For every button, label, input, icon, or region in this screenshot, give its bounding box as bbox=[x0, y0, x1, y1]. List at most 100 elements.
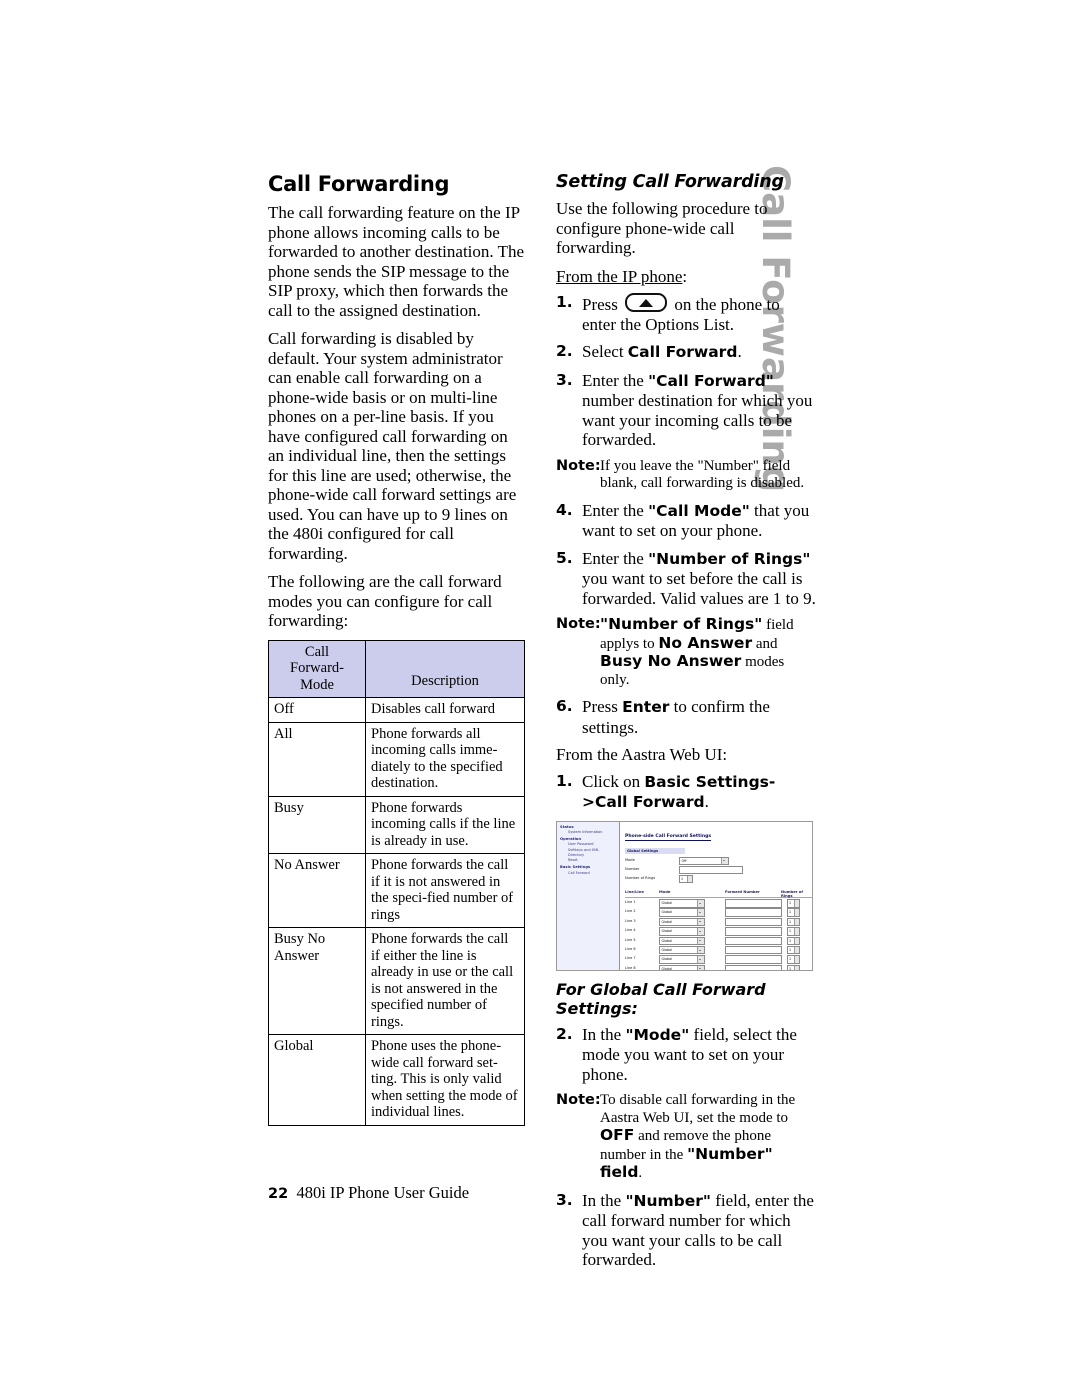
header-line-1: Call bbox=[304, 643, 330, 660]
webui-line-rings-value: 1 bbox=[789, 947, 792, 952]
step-text-before: Enter the bbox=[582, 548, 644, 568]
chevron-down-icon[interactable] bbox=[696, 965, 704, 970]
webui-line-row: Line 2 Global 1 bbox=[625, 908, 812, 917]
webui-spinner-number-of-rings[interactable]: 1 bbox=[679, 874, 693, 883]
spinner-arrows-icon[interactable] bbox=[794, 909, 799, 916]
webui-line-mode-select[interactable]: Global bbox=[659, 927, 705, 936]
webui-sidebar-item-directory[interactable]: Directory bbox=[568, 853, 619, 857]
webui-input-number[interactable] bbox=[679, 865, 743, 874]
webui-line-row: Line 5 Global 1 bbox=[625, 936, 812, 946]
chevron-down-icon[interactable] bbox=[696, 946, 704, 954]
chevron-down-icon[interactable] bbox=[696, 928, 704, 935]
spinner-arrows-icon[interactable] bbox=[687, 875, 692, 882]
chevron-down-icon[interactable] bbox=[696, 909, 704, 916]
cell-description: Phone forwards the call if it is not ans… bbox=[365, 853, 525, 928]
webui-sidebar-item-user-password[interactable]: User Password bbox=[568, 842, 619, 846]
note-label: Note: bbox=[556, 1092, 601, 1108]
step-bold-term: "Number of Rings" bbox=[648, 549, 811, 568]
spinner-arrows-icon[interactable] bbox=[794, 946, 799, 954]
chevron-down-icon[interactable] bbox=[696, 937, 704, 945]
webui-sidebar-head-status: Status bbox=[560, 824, 574, 829]
cell-mode: Busy bbox=[268, 795, 366, 854]
spinner-arrows-icon[interactable] bbox=[794, 928, 799, 935]
webui-line-rings-spinner[interactable]: 1 bbox=[787, 964, 800, 970]
intro-paragraph-1: The call forwarding feature on the IP ph… bbox=[268, 203, 525, 320]
right-column: Setting Call Forwarding Use the followin… bbox=[556, 172, 816, 1278]
webui-line-mode-select[interactable]: Global bbox=[659, 908, 705, 917]
webui-line-name: Line 5 bbox=[625, 937, 636, 942]
webui-line-rings-spinner[interactable]: 1 bbox=[787, 955, 800, 964]
webui-lines-table-header: Line/Line Mode Forward Number Number of … bbox=[625, 889, 812, 898]
from-ip-phone-text: From the IP phone bbox=[556, 266, 683, 286]
webui-select-mode[interactable]: Off bbox=[679, 856, 729, 865]
webui-field-label-number-of-rings: Number of Rings bbox=[625, 875, 656, 880]
intro-paragraph-2: Call forwarding is disabled by default. … bbox=[268, 329, 517, 563]
webui-line-mode-select[interactable]: Global bbox=[659, 955, 705, 964]
spinner-arrows-icon[interactable] bbox=[794, 937, 799, 945]
webui-line-mode-select[interactable]: Global bbox=[659, 964, 705, 970]
spinner-arrows-icon[interactable] bbox=[794, 900, 799, 907]
step-number: 2. bbox=[556, 342, 573, 360]
cell-description: Phone uses the phone-wide call forward s… bbox=[365, 1034, 525, 1126]
webui-line-rings-spinner[interactable]: 1 bbox=[787, 899, 800, 908]
webui-line-mode-select[interactable]: Global bbox=[659, 945, 705, 955]
step-number: 4. bbox=[556, 500, 573, 519]
webui-line-number-input[interactable] bbox=[725, 899, 782, 908]
step-bold-term: "Call Forward" bbox=[648, 371, 774, 390]
webui-line-mode-select[interactable]: Global bbox=[659, 936, 705, 946]
webui-line-rings-spinner[interactable]: 1 bbox=[787, 908, 800, 917]
webui-line-number-input[interactable] bbox=[725, 908, 782, 917]
webui-line-number-input[interactable] bbox=[725, 955, 782, 964]
webui-line-row: Line 4 Global 1 bbox=[625, 927, 812, 936]
chevron-down-icon[interactable] bbox=[696, 956, 704, 963]
table-row: No Answer Phone forwards the call if it … bbox=[268, 853, 525, 928]
column-header-mode: Call Forward- Mode bbox=[268, 639, 366, 698]
procedure-intro: Use the following procedure to configure… bbox=[556, 199, 768, 257]
step-text-before: Press bbox=[582, 295, 618, 314]
webui-line-rings-spinner[interactable]: 1 bbox=[787, 936, 800, 946]
table-row: Global Phone uses the phone-wide call fo… bbox=[268, 1034, 525, 1126]
cell-description: Phone forwards all incoming calls imme-d… bbox=[365, 721, 525, 797]
table-header-row: Call Forward- Mode Description bbox=[268, 639, 525, 698]
webui-line-number-input[interactable] bbox=[725, 964, 782, 970]
webui-line-row: Line 7 Global 1 bbox=[625, 955, 812, 964]
note-part-1: To disable call forwarding in the Aastra… bbox=[600, 1092, 796, 1126]
step-bold-term: Enter bbox=[622, 698, 670, 716]
webui-line-rings-value: 1 bbox=[789, 938, 792, 943]
chevron-down-icon[interactable] bbox=[696, 900, 704, 907]
spinner-arrows-icon[interactable] bbox=[794, 965, 799, 970]
chevron-down-icon[interactable] bbox=[696, 918, 704, 926]
chevron-down-icon[interactable] bbox=[720, 857, 728, 864]
step-bold-term: Call Forward bbox=[627, 343, 738, 361]
webui-sidebar-item-system-information[interactable]: System Information bbox=[568, 830, 619, 834]
spinner-arrows-icon[interactable] bbox=[794, 956, 799, 963]
from-aastra-web-ui-label: From the Aastra Web UI: bbox=[556, 745, 728, 764]
note-text: If you leave the "Number" field blank, c… bbox=[600, 457, 805, 492]
webui-line-number-input[interactable] bbox=[725, 917, 782, 927]
step-6: 6. Press Enter to confirm the settings. bbox=[556, 697, 816, 737]
webui-line-rings-spinner[interactable]: 1 bbox=[787, 917, 800, 927]
webui-content: Phone-side Call Forward Settings Global … bbox=[620, 821, 812, 970]
spinner-arrows-icon[interactable] bbox=[794, 918, 799, 926]
webui-sidebar-item-softkeys-and-xml[interactable]: Softkeys and XML bbox=[568, 848, 619, 852]
webui-line-rings-value: 1 bbox=[789, 957, 792, 962]
cell-description: Disables call forward bbox=[365, 697, 525, 723]
step-number: 6. bbox=[556, 697, 573, 715]
left-column: Call Forwarding The call forwarding feat… bbox=[268, 172, 526, 1126]
webui-sidebar-item-reset[interactable]: Reset bbox=[568, 858, 619, 862]
webui-line-mode-select[interactable]: Global bbox=[659, 899, 705, 908]
section-heading-global-call-forward-settings: For Global Call Forward Settings: bbox=[556, 979, 766, 1018]
webui-line-rings-spinner[interactable]: 1 bbox=[787, 927, 800, 936]
webui-line-rings-spinner[interactable]: 1 bbox=[787, 945, 800, 955]
global-settings-steps: 2. In the "Mode" field, select the mode y… bbox=[556, 1025, 816, 1085]
from-ip-phone-label: From the IP phone: bbox=[556, 266, 688, 286]
webui-line-number-input[interactable] bbox=[725, 945, 782, 955]
webui-line-number-input[interactable] bbox=[725, 927, 782, 936]
webui-line-mode-select[interactable]: Global bbox=[659, 917, 705, 927]
webui-col-header-line: Line/Line bbox=[625, 889, 644, 894]
table-row: Busy Phone forwards incoming calls if th… bbox=[268, 795, 525, 854]
page-footer: 22 480i IP Phone User Guide bbox=[268, 1183, 469, 1203]
webui-line-number-input[interactable] bbox=[725, 936, 782, 946]
step-text-before: Enter the bbox=[582, 370, 644, 390]
webui-sidebar-item-call-forward[interactable]: Call Forward bbox=[568, 871, 619, 875]
